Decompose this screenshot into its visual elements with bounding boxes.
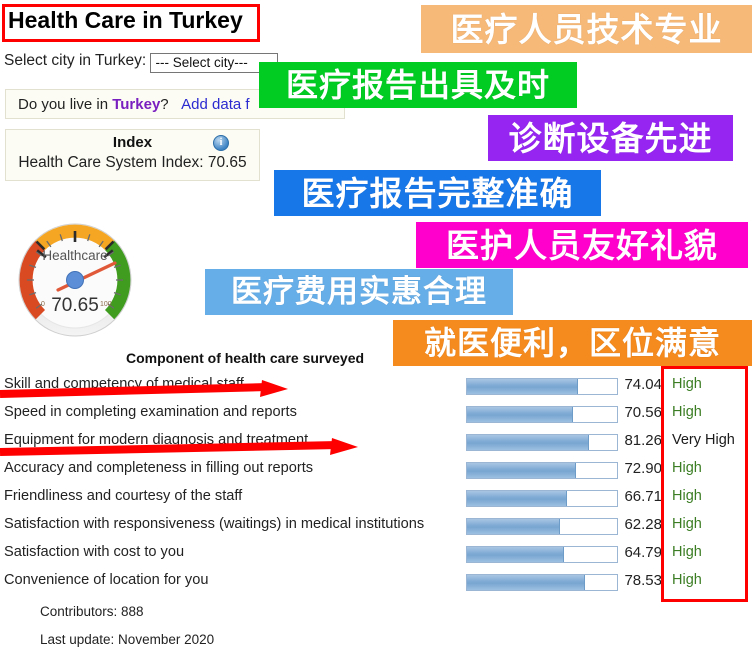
- row-progress-fill: [467, 407, 573, 422]
- row-progress-bar: [466, 518, 618, 535]
- annotation-callout: 医疗报告完整准确: [274, 170, 601, 216]
- live-in-text: Do you live in: [18, 96, 109, 113]
- gauge-label: Healthcare: [42, 248, 108, 263]
- row-label: Accuracy and completeness in filling out…: [4, 460, 314, 476]
- row-value: 74.04: [624, 376, 662, 393]
- table-row: Satisfaction with cost to you 64.79 High: [0, 540, 752, 568]
- row-label: Satisfaction with responsiveness (waitin…: [4, 516, 425, 532]
- row-value: 72.90: [624, 460, 662, 477]
- country-name: Turkey: [112, 96, 161, 113]
- row-progress-fill: [467, 547, 565, 562]
- table-row: Satisfaction with responsiveness (waitin…: [0, 512, 752, 540]
- index-title-text: Index: [112, 134, 153, 151]
- row-label: Satisfaction with cost to you: [4, 544, 185, 560]
- row-progress-fill: [467, 435, 589, 450]
- row-rating: High: [672, 460, 702, 476]
- page-title: Health Care in Turkey: [8, 7, 243, 33]
- info-icon[interactable]: i: [213, 135, 229, 151]
- row-progress-fill: [467, 519, 561, 534]
- table-row: Convenience of location for you 78.53 High: [0, 568, 752, 596]
- row-progress-fill: [467, 491, 568, 506]
- row-progress-bar: [466, 406, 618, 423]
- row-value: 78.53: [624, 572, 662, 589]
- select-city-row: Select city in Turkey: --- Select city--…: [4, 52, 279, 73]
- gauge-svg: [18, 223, 132, 337]
- index-panel-title: Index i: [6, 134, 259, 151]
- annotation-callout: 医疗报告出具及时: [259, 62, 577, 108]
- question-mark: ?: [160, 96, 169, 113]
- page-title-wrapper: Health Care in Turkey: [4, 6, 251, 38]
- annotation-callout: 医疗人员技术专业: [421, 5, 752, 53]
- row-progress-bar: [466, 434, 618, 451]
- row-label: Friendliness and courtesy of the staff: [4, 488, 243, 504]
- row-value: 66.71: [624, 488, 662, 505]
- annotation-arrow-1: [0, 380, 300, 402]
- index-panel: Index i Health Care System Index: 70.65: [5, 129, 260, 181]
- row-value: 64.79: [624, 544, 662, 561]
- survey-table: Skill and competency of medical staff 74.…: [0, 372, 752, 596]
- table-row: Accuracy and completeness in filling out…: [0, 456, 752, 484]
- row-rating: High: [672, 404, 702, 420]
- annotation-callout: 医疗费用实惠合理: [205, 269, 513, 315]
- add-data-link[interactable]: Add data f: [181, 96, 249, 113]
- annotation-callout: 诊断设备先进: [488, 115, 733, 161]
- annotation-callout: 医护人员友好礼貌: [416, 222, 748, 268]
- row-progress-bar: [466, 462, 618, 479]
- gauge-max-label: 100: [100, 301, 112, 308]
- healthcare-gauge: Healthcare 70.65 0 100: [14, 222, 136, 340]
- gauge-min-label: 0: [41, 301, 45, 308]
- row-progress-bar: [466, 574, 618, 591]
- row-rating: High: [672, 488, 702, 504]
- health-care-system-index-value: Health Care System Index: 70.65: [18, 154, 247, 171]
- page-root: Health Care in Turkey Select city in Tur…: [0, 0, 752, 654]
- table-row: Friendliness and courtesy of the staff 66…: [0, 484, 752, 512]
- row-progress-bar: [466, 490, 618, 507]
- row-rating: High: [672, 516, 702, 532]
- row-label: Speed in completing examination and repo…: [4, 404, 297, 420]
- last-update-text: Last update: November 2020: [40, 632, 215, 647]
- contributors-text: Contributors: 888: [40, 604, 144, 619]
- row-progress-bar: [466, 546, 618, 563]
- row-progress-fill: [467, 463, 577, 478]
- row-value: 81.26: [624, 432, 662, 449]
- row-value: 70.56: [624, 404, 662, 421]
- row-progress-fill: [467, 379, 579, 394]
- annotation-arrow-2: [0, 437, 380, 459]
- gauge-value: 70.65: [51, 295, 99, 316]
- row-progress-fill: [467, 575, 585, 590]
- table-row: Speed in completing examination and repo…: [0, 400, 752, 428]
- row-rating: High: [672, 572, 702, 588]
- annotation-callout: 就医便利，区位满意: [393, 320, 752, 366]
- row-rating: High: [672, 376, 702, 392]
- component-survey-heading: Component of health care surveyed: [126, 350, 365, 366]
- row-value: 62.28: [624, 516, 662, 533]
- row-progress-bar: [466, 378, 618, 395]
- select-city-label: Select city in Turkey:: [4, 52, 147, 69]
- row-label: Convenience of location for you: [4, 572, 209, 588]
- row-rating: High: [672, 544, 702, 560]
- row-rating: Very High: [672, 432, 735, 448]
